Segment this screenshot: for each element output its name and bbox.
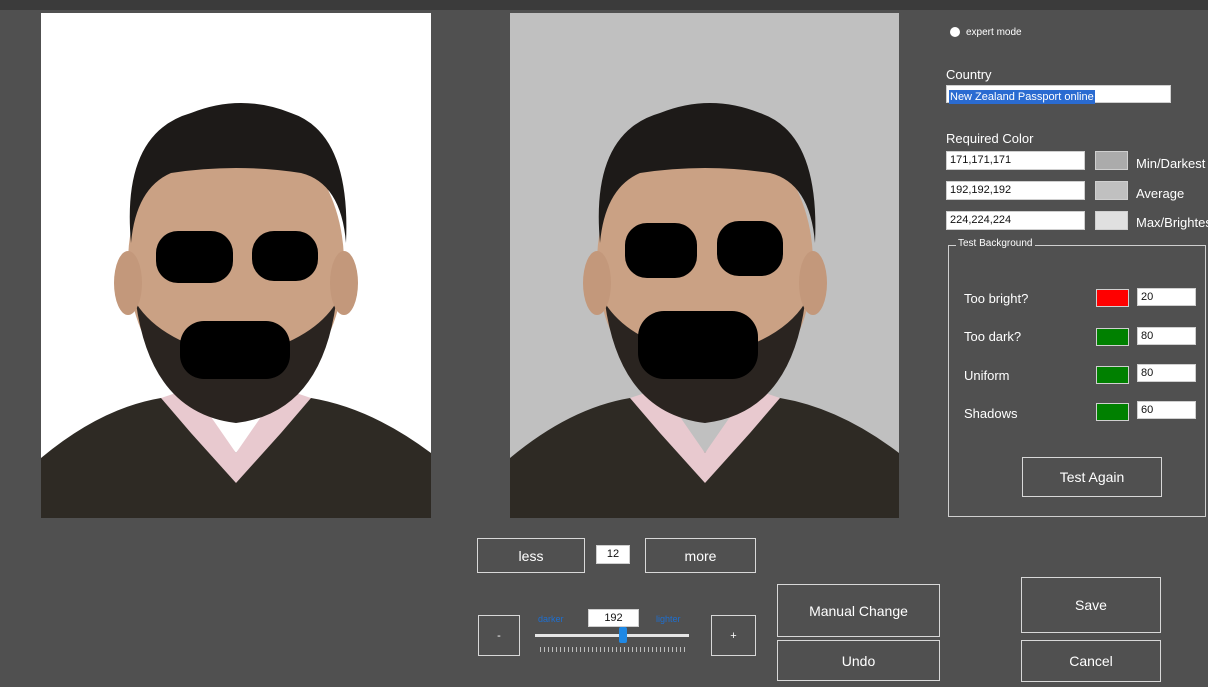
increase-brightness-button[interactable]: + [711, 615, 756, 656]
too-bright-status-indicator [1096, 289, 1129, 307]
min-color-swatch[interactable] [1095, 151, 1128, 170]
too-bright-threshold-input[interactable]: 20 [1137, 288, 1196, 306]
min-color-label: Min/Darkest [1136, 156, 1206, 171]
test-background-label: Test Background [956, 238, 1035, 249]
average-color-label: Average [1136, 186, 1185, 201]
processed-portrait-image [510, 13, 899, 518]
cancel-button[interactable]: Cancel [1021, 640, 1161, 682]
brightness-slider-thumb[interactable] [618, 627, 627, 643]
test-again-button[interactable]: Test Again [1022, 457, 1162, 497]
decrease-brightness-button[interactable]: - [478, 615, 520, 656]
less-button[interactable]: less [477, 538, 585, 573]
manual-change-button[interactable]: Manual Change [777, 584, 940, 637]
undo-button[interactable]: Undo [777, 640, 940, 681]
shadows-status-indicator [1096, 403, 1129, 421]
brightness-value-field[interactable]: 192 [588, 609, 639, 627]
redaction-bar [180, 321, 290, 379]
save-button[interactable]: Save [1021, 577, 1161, 633]
too-dark-label: Too dark? [964, 329, 1022, 344]
adjust-amount-field[interactable]: 12 [596, 545, 630, 564]
original-photo [41, 13, 431, 518]
top-border [0, 0, 1208, 10]
redaction-bar [717, 221, 783, 276]
redaction-bar [638, 311, 758, 379]
shadows-label: Shadows [964, 406, 1018, 421]
average-color-swatch[interactable] [1095, 181, 1128, 200]
country-label: Country [946, 67, 992, 82]
uniform-label: Uniform [964, 368, 1010, 383]
min-color-input[interactable]: 171,171,171 [946, 151, 1085, 170]
too-bright-label: Too bright? [964, 291, 1029, 306]
redaction-bar [156, 231, 233, 283]
brightness-slider-track[interactable] [535, 634, 689, 637]
more-button[interactable]: more [645, 538, 756, 573]
redaction-bar [252, 231, 318, 281]
redaction-bar [625, 223, 697, 278]
shadows-threshold-input[interactable]: 60 [1137, 401, 1196, 419]
uniform-status-indicator [1096, 366, 1129, 384]
processed-photo [510, 13, 899, 518]
country-input-value: New Zealand Passport online [949, 90, 1095, 104]
expert-mode-radio[interactable] [950, 27, 960, 37]
country-input[interactable]: New Zealand Passport online [946, 85, 1171, 104]
max-color-label: Max/Brightest [1136, 215, 1208, 230]
brightness-slider-ticks [540, 647, 686, 652]
uniform-threshold-input[interactable]: 80 [1137, 364, 1196, 382]
expert-mode-label: expert mode [966, 27, 1022, 38]
lighter-label: lighter [656, 614, 681, 624]
required-color-label: Required Color [946, 131, 1034, 146]
average-color-input[interactable]: 192,192,192 [946, 181, 1085, 200]
too-dark-status-indicator [1096, 328, 1129, 346]
too-dark-threshold-input[interactable]: 80 [1137, 327, 1196, 345]
max-color-input[interactable]: 224,224,224 [946, 211, 1085, 230]
darker-label: darker [538, 614, 564, 624]
original-portrait-image [41, 13, 431, 518]
max-color-swatch[interactable] [1095, 211, 1128, 230]
